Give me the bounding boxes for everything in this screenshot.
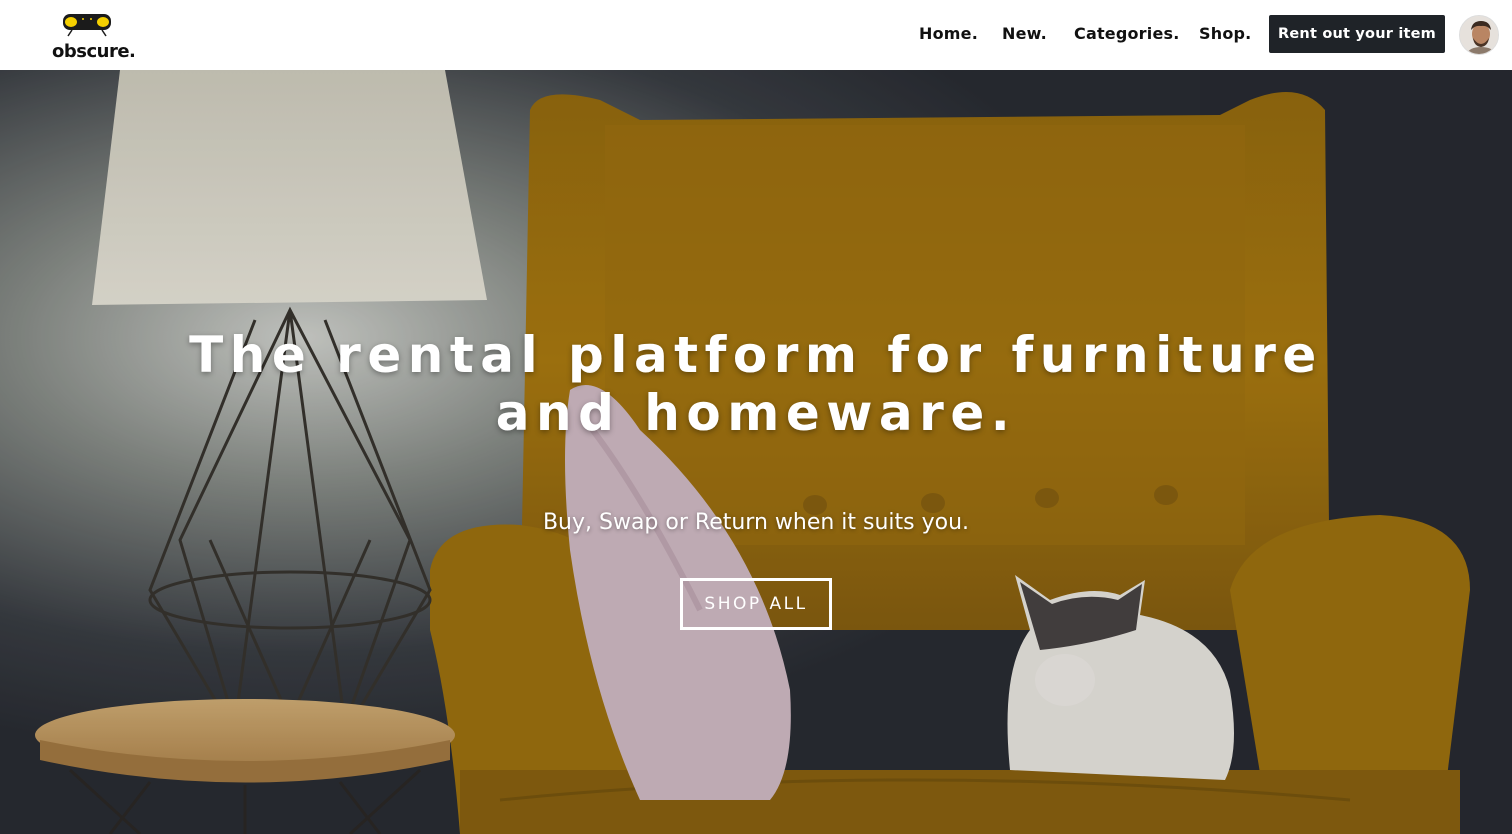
nav-link-home[interactable]: Home. xyxy=(919,24,978,43)
nav-link-new[interactable]: New. xyxy=(1002,24,1047,43)
hero-section: The rental platform for furniture and ho… xyxy=(0,70,1512,834)
nav-link-categories[interactable]: Categories. xyxy=(1074,24,1180,43)
navbar: obscure. Home. New. Categories. Shop. Re… xyxy=(0,0,1512,70)
user-avatar[interactable] xyxy=(1459,15,1499,55)
nav-link-shop[interactable]: Shop. xyxy=(1199,24,1251,43)
hero-title: The rental platform for furniture and ho… xyxy=(189,326,1323,442)
rent-out-item-button[interactable]: Rent out your item xyxy=(1269,15,1445,53)
shop-all-button[interactable]: SHOP ALL xyxy=(680,578,832,630)
hero-subtitle: Buy, Swap or Return when it suits you. xyxy=(542,510,970,535)
hero-overlay xyxy=(0,70,1512,834)
avatar-image xyxy=(1460,16,1498,54)
